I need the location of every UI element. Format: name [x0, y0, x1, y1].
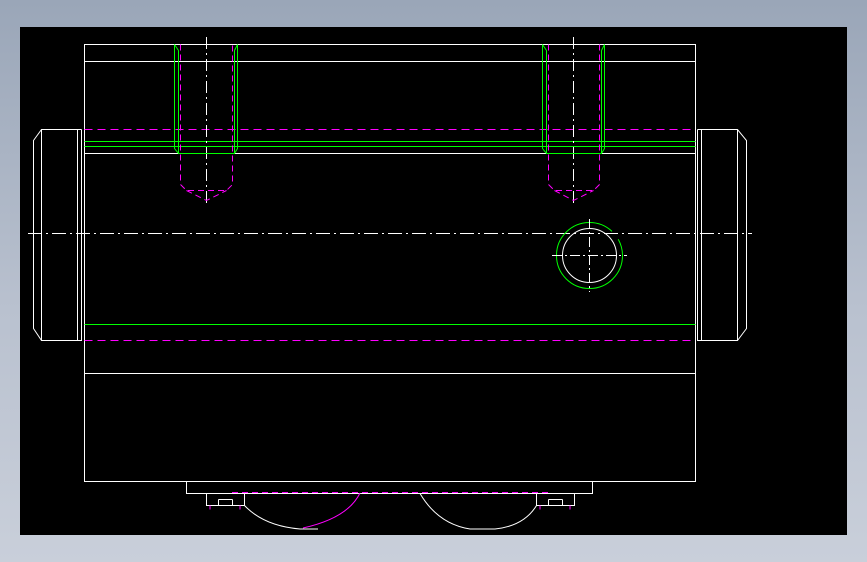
- hidden-lines: [84, 129, 696, 341]
- cad-drawing: [28, 37, 752, 530]
- right-cap-outline: [697, 129, 747, 341]
- bottom-left-arc-magenta: [302, 492, 361, 529]
- bottom-right-boss: [536, 493, 575, 506]
- right-end-cap: [697, 129, 747, 341]
- cad-window: [0, 0, 867, 562]
- bottom-right-notch: [539, 505, 571, 510]
- bottom-flange: [186, 481, 593, 494]
- bottom-left-boss: [206, 493, 245, 506]
- block-body: [84, 44, 696, 482]
- drawing-viewport[interactable]: [20, 27, 847, 535]
- left-end-cap: [33, 129, 82, 341]
- tapped-hole-left: [174, 37, 238, 205]
- left-cap-outline: [33, 129, 82, 341]
- cross-hole: [552, 219, 627, 292]
- bottom-left-bulge: [244, 505, 318, 530]
- bottom-left-notch: [209, 505, 241, 510]
- bottom-right-bulge: [419, 493, 537, 530]
- bottom-mount: [186, 481, 593, 530]
- body-outline: [84, 44, 696, 482]
- tapped-hole-right: [542, 37, 605, 205]
